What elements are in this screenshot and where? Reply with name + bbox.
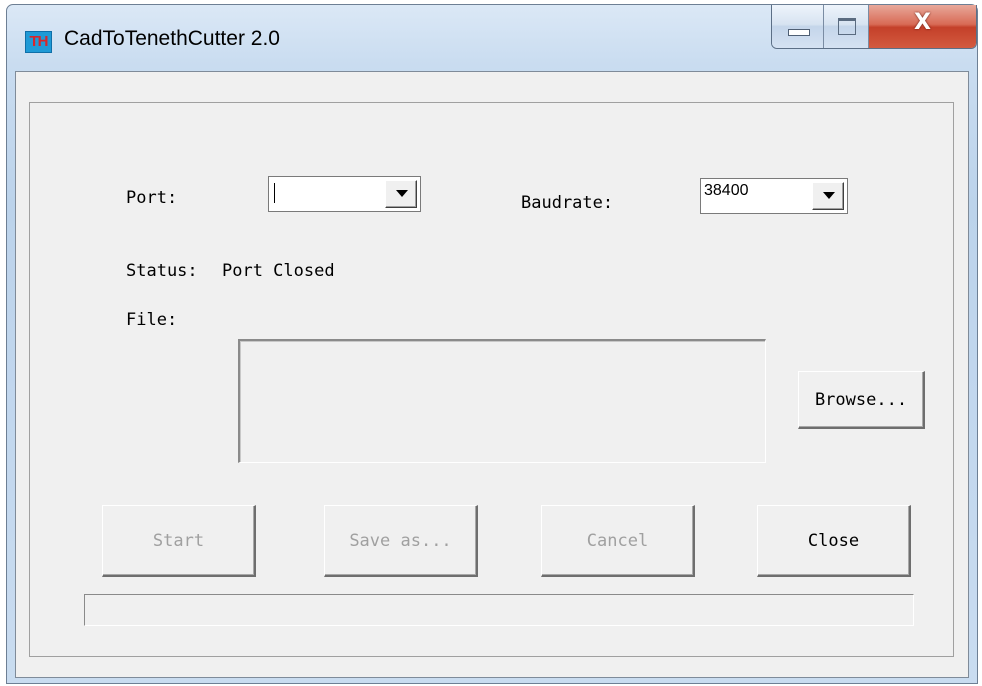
browse-button[interactable]: Browse... — [798, 371, 925, 429]
text-caret — [274, 183, 275, 203]
minimize-button[interactable] — [772, 5, 824, 48]
settings-group: Port: Baudrate: 38400 Status: Port Close… — [29, 102, 954, 657]
file-path-field[interactable] — [238, 339, 766, 463]
status-label: Status: — [126, 261, 198, 281]
file-label: File: — [126, 310, 178, 330]
baudrate-select[interactable]: 38400 — [700, 178, 848, 214]
window-controls: X — [771, 5, 977, 49]
maximize-button[interactable] — [823, 5, 870, 48]
app-window: TH CadToTenethCutter 2.0 X Port: Baudrat… — [6, 4, 978, 684]
port-dropdown-button[interactable] — [385, 180, 417, 208]
chevron-down-icon — [396, 190, 408, 197]
chevron-down-icon — [823, 192, 835, 199]
port-label: Port: — [126, 188, 178, 208]
window-title: CadToTenethCutter 2.0 — [64, 27, 280, 50]
close-icon: X — [914, 10, 932, 35]
minimize-icon — [788, 29, 810, 36]
cancel-button[interactable]: Cancel — [541, 505, 695, 577]
baudrate-value: 38400 — [704, 182, 749, 199]
app-icon: TH — [25, 31, 52, 53]
status-value: Port Closed — [222, 261, 335, 281]
start-button[interactable]: Start — [102, 505, 256, 577]
baudrate-label: Baudrate: — [521, 193, 614, 213]
baudrate-dropdown-button[interactable] — [812, 182, 844, 210]
close-button[interactable]: Close — [757, 505, 911, 577]
title-bar[interactable]: TH CadToTenethCutter 2.0 X — [7, 5, 977, 69]
progress-bar — [84, 594, 914, 626]
port-select[interactable] — [268, 176, 421, 212]
save-as-button[interactable]: Save as... — [324, 505, 478, 577]
client-area: Port: Baudrate: 38400 Status: Port Close… — [15, 71, 969, 678]
close-window-button[interactable]: X — [869, 5, 976, 48]
maximize-icon — [837, 18, 856, 35]
